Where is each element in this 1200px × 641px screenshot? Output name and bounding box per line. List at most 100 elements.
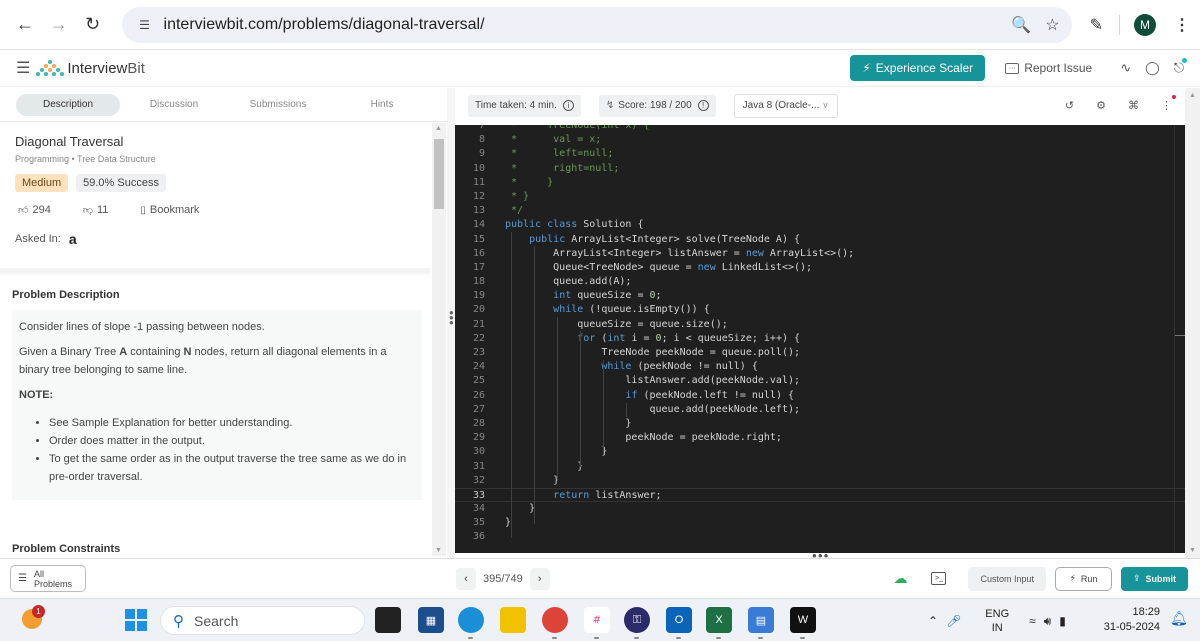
code-line[interactable]: 27 queue.add(peekNode.left);	[455, 403, 1185, 417]
keyboard-shortcuts-icon[interactable]: ⌘	[1128, 99, 1139, 112]
more-options-icon[interactable]: ⋮	[1161, 95, 1176, 112]
info-icon[interactable]: i	[562, 100, 574, 111]
code-line[interactable]: 21 queueSize = queue.size();	[455, 318, 1185, 332]
code-line[interactable]: 23 TreeNode peekNode = queue.poll();	[455, 346, 1185, 360]
code-text[interactable]: public ArrayList<Integer> solve(TreeNode…	[505, 233, 800, 247]
code-text[interactable]: */	[505, 204, 523, 218]
all-problems-button[interactable]: ☰ All Problems	[10, 565, 86, 592]
code-line[interactable]: 29 peekNode = peekNode.right;	[455, 431, 1185, 445]
code-line[interactable]: 15 public ArrayList<Integer> solve(TreeN…	[455, 233, 1185, 247]
site-settings-icon[interactable]: ☰	[134, 14, 156, 36]
code-line[interactable]: 34 }	[455, 502, 1185, 516]
code-line[interactable]: 30 }	[455, 445, 1185, 459]
panel-resize-handle[interactable]: ● ● ●	[447, 88, 455, 558]
bookmark-button[interactable]: ▯ Bookmark	[140, 204, 215, 216]
code-text[interactable]: peekNode = peekNode.right;	[505, 431, 782, 445]
category-label[interactable]: Programming	[15, 154, 69, 164]
code-text[interactable]: listAnswer.add(peekNode.val);	[505, 374, 800, 388]
microsoft-store-icon[interactable]: ▦	[418, 607, 444, 633]
hamburger-menu-icon[interactable]: ☰	[16, 58, 30, 78]
activity-icon[interactable]: ∿	[1120, 60, 1131, 76]
code-text[interactable]: while (!queue.isEmpty()) {	[505, 303, 710, 317]
wifi-icon[interactable]: ≈	[1029, 614, 1036, 628]
code-text[interactable]: * TreeNode(int x) {	[505, 125, 649, 133]
scroll-up-icon[interactable]: ▲	[435, 125, 442, 132]
code-text[interactable]: ArrayList<Integer> listAnswer = new Arra…	[505, 247, 854, 261]
code-text[interactable]: }	[505, 460, 583, 474]
terminal-icon[interactable]: >_	[931, 572, 947, 585]
problem-scrollbar[interactable]: ▲ ▼	[432, 123, 446, 556]
code-editor[interactable]: 7 * TreeNode(int x) {8 * val = x; 9 * lef…	[455, 125, 1185, 553]
amazon-logo-icon[interactable]: a	[69, 231, 77, 247]
lock-app-icon[interactable]: ⚿	[624, 607, 650, 639]
chrome-icon[interactable]	[542, 607, 568, 639]
info-icon[interactable]: !	[697, 100, 709, 111]
input-language[interactable]: ENG IN	[985, 607, 1009, 635]
interviewbit-logo[interactable]: InterviewBit	[36, 60, 145, 77]
code-text[interactable]: queue.add(peekNode.left);	[505, 403, 800, 417]
taskbar-search[interactable]: ⚲ Search	[160, 606, 365, 635]
tab-submissions[interactable]: Submissions	[226, 94, 330, 116]
code-line[interactable]: 36	[455, 530, 1185, 544]
reload-button[interactable]: ↻	[78, 10, 108, 40]
code-line[interactable]: 35}	[455, 516, 1185, 530]
excel-icon[interactable]: X	[706, 607, 732, 639]
show-hidden-icons-chevron[interactable]: ⌃	[928, 614, 938, 628]
dislike-button[interactable]: 👎︎ 11	[83, 204, 125, 216]
zoom-icon[interactable]: 🔍	[1011, 15, 1031, 35]
topic-label[interactable]: Tree Data Structure	[77, 154, 156, 164]
code-text[interactable]: * left=null;	[505, 147, 613, 161]
code-text[interactable]: queueSize = queue.size();	[505, 318, 728, 332]
code-line[interactable]: 18 queue.add(A);	[455, 275, 1185, 289]
code-line[interactable]: 8 * val = x;	[455, 133, 1185, 147]
code-line[interactable]: 10 * right=null;	[455, 162, 1185, 176]
address-bar[interactable]: ☰ interviewbit.com/problems/diagonal-tra…	[121, 6, 1072, 43]
task-view-icon[interactable]	[375, 607, 401, 633]
report-issue-button[interactable]: ··· Report Issue	[1005, 61, 1092, 75]
code-line[interactable]: 25 listAnswer.add(peekNode.val);	[455, 374, 1185, 388]
code-text[interactable]: * val = x;	[505, 133, 601, 147]
language-select[interactable]: Java 8 (Oracle-... ∨	[733, 93, 838, 118]
code-text[interactable]: Queue<TreeNode> queue = new LinkedList<>…	[505, 261, 812, 275]
code-text[interactable]: public class Solution {	[505, 218, 644, 232]
code-line[interactable]: 14 public class Solution {	[455, 218, 1185, 232]
code-text[interactable]: queue.add(A);	[505, 275, 631, 289]
code-line[interactable]: 7 * TreeNode(int x) {	[455, 125, 1185, 133]
code-line[interactable]: 26 if (peekNode.left != null) {	[455, 389, 1185, 403]
code-line[interactable]: 11 * }	[455, 176, 1185, 190]
back-button[interactable]: ←	[10, 10, 40, 40]
code-line[interactable]: 28 }	[455, 417, 1185, 431]
code-line[interactable]: 9 * left=null;	[455, 147, 1185, 161]
code-text[interactable]: }	[505, 502, 535, 516]
code-line[interactable]: 17 Queue<TreeNode> queue = new LinkedLis…	[455, 261, 1185, 275]
code-line[interactable]: 12 * }	[455, 190, 1185, 204]
submit-button[interactable]: ⇪ Submit	[1121, 566, 1188, 591]
code-line[interactable]: 24 while (peekNode != null) {	[455, 360, 1185, 374]
experience-scaler-button[interactable]: ⚡︎ Experience Scaler	[850, 55, 986, 81]
scrollbar-thumb[interactable]	[434, 139, 444, 209]
run-button[interactable]: ⚡︎ Run	[1055, 566, 1112, 591]
volume-icon[interactable]: 🔊︎	[1044, 614, 1052, 629]
user-icon[interactable]: ◯	[1145, 60, 1160, 76]
code-text[interactable]: * }	[505, 190, 529, 204]
tab-description[interactable]: Description	[16, 93, 120, 116]
webex-icon[interactable]: W	[790, 607, 816, 639]
settings-gear-icon[interactable]: ⚙	[1096, 99, 1106, 112]
edge-browser-icon[interactable]	[458, 607, 484, 639]
scroll-down-icon[interactable]: ▼	[1189, 547, 1196, 554]
tab-hints[interactable]: Hints	[330, 94, 434, 116]
microphone-icon[interactable]: 🎤︎	[946, 614, 961, 628]
weather-widget-icon[interactable]: 1	[22, 605, 45, 629]
bookmark-star-icon[interactable]: ☆	[1045, 15, 1059, 35]
forward-button[interactable]: →	[44, 10, 74, 40]
url-text[interactable]: interviewbit.com/problems/diagonal-trave…	[164, 16, 998, 34]
notification-bell-icon[interactable]: ⎋	[1174, 58, 1187, 76]
editor-overview-ruler[interactable]	[1174, 125, 1175, 553]
custom-input-button[interactable]: Custom Input	[968, 566, 1046, 591]
code-line[interactable]: 16 ArrayList<Integer> listAnswer = new A…	[455, 247, 1185, 261]
browser-menu-icon[interactable]: ⋮	[1174, 15, 1190, 35]
code-text[interactable]: if (peekNode.left != null) {	[505, 389, 794, 403]
code-text[interactable]: for (int i = 0; i < queueSize; i++) {	[505, 332, 800, 346]
code-text[interactable]: * }	[505, 176, 553, 190]
next-problem-button[interactable]: ›	[529, 567, 550, 590]
